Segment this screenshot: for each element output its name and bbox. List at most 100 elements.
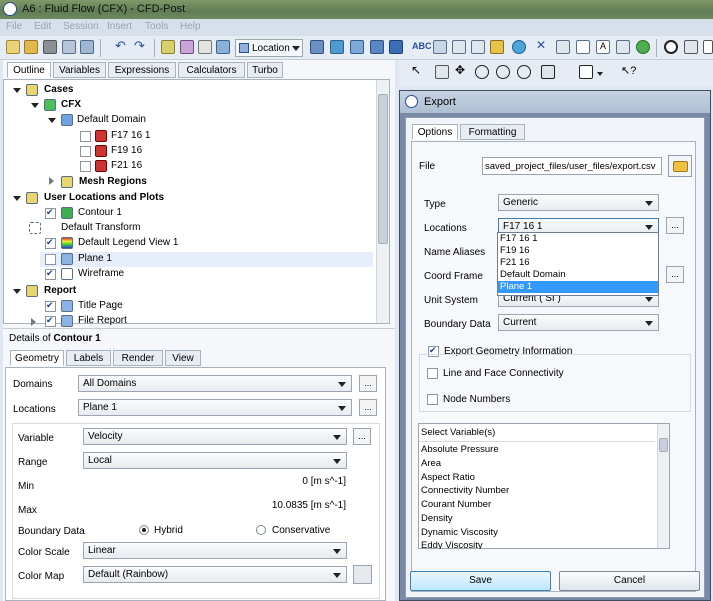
tab-geometry[interactable]: Geometry: [10, 350, 64, 366]
expand-icon[interactable]: [13, 88, 21, 93]
locations-select[interactable]: Plane 1: [78, 399, 352, 416]
variable-list-scrollbar[interactable]: [657, 424, 669, 548]
expand-icon[interactable]: [13, 289, 21, 294]
list-item[interactable]: Density: [421, 513, 453, 524]
tab-options[interactable]: Options: [412, 124, 458, 140]
help-cursor-icon[interactable]: ↖?: [621, 64, 636, 78]
variable-more-button[interactable]: ...: [353, 428, 371, 445]
tree-item-f21[interactable]: F21 16: [111, 160, 142, 175]
tree-item-contour1[interactable]: Contour 1: [78, 207, 122, 222]
color-map-select[interactable]: Default (Rainbow): [83, 566, 347, 583]
tree-item-wireframe[interactable]: Wireframe: [78, 268, 124, 283]
color-map-editor-icon[interactable]: [353, 565, 372, 584]
list-item[interactable]: Aspect Ratio: [421, 472, 475, 483]
domains-more-button[interactable]: ...: [359, 375, 377, 392]
option-f21[interactable]: F21 16: [498, 257, 658, 269]
save-button[interactable]: Save: [410, 571, 551, 591]
tab-formatting[interactable]: Formatting: [460, 124, 525, 140]
figure-icon[interactable]: [616, 40, 630, 54]
expand-icon[interactable]: [48, 118, 56, 123]
tree-scrollbar[interactable]: [376, 80, 389, 323]
collapse-icon[interactable]: [31, 318, 36, 326]
palette-icon[interactable]: [180, 40, 194, 54]
expand-icon[interactable]: [13, 196, 21, 201]
tree-item-title-page[interactable]: Title Page: [78, 300, 123, 315]
open-folder-icon[interactable]: [24, 40, 38, 54]
menu-tools[interactable]: Tools: [145, 21, 168, 32]
tab-variables[interactable]: Variables: [53, 62, 106, 78]
zoom-box-icon[interactable]: [496, 65, 510, 79]
file-path-input[interactable]: saved_project_files/user_files/export.cs…: [482, 157, 662, 175]
tree-item-cases[interactable]: Cases: [44, 84, 73, 99]
viewport-layout-icon[interactable]: [579, 65, 593, 79]
checkbox[interactable]: [45, 254, 56, 265]
tab-calculators[interactable]: Calculators: [178, 62, 245, 78]
quick-editor-icon[interactable]: [703, 40, 713, 54]
tree-item-report[interactable]: Report: [44, 285, 76, 300]
checkbox[interactable]: [45, 207, 56, 219]
comment-icon[interactable]: A: [596, 40, 610, 54]
list-item[interactable]: Courant Number: [421, 499, 491, 510]
coord-frame-more-button[interactable]: ...: [666, 266, 684, 283]
undo-icon[interactable]: ↶: [115, 38, 129, 53]
option-default-domain[interactable]: Default Domain: [498, 269, 658, 281]
variable-select[interactable]: Velocity: [83, 428, 347, 445]
tree-item-f19[interactable]: F19 16: [111, 145, 142, 160]
node-numbers-checkbox[interactable]: [427, 394, 438, 405]
highlight-icon[interactable]: [541, 65, 555, 79]
checkbox[interactable]: [45, 315, 56, 327]
line-face-checkbox[interactable]: [427, 368, 438, 379]
clipboard-icon[interactable]: [198, 40, 212, 54]
new-file-icon[interactable]: [6, 40, 20, 54]
pan-icon[interactable]: ✥: [455, 63, 469, 77]
chevron-down-icon[interactable]: [597, 72, 603, 76]
pointer-icon[interactable]: ↖: [411, 63, 425, 77]
menu-edit[interactable]: Edit: [34, 21, 51, 32]
menu-insert[interactable]: Insert: [107, 21, 132, 32]
tab-turbo[interactable]: Turbo: [247, 62, 283, 78]
list-item[interactable]: Eddy Viscosity: [421, 540, 483, 549]
image-icon[interactable]: [80, 40, 94, 54]
option-f17[interactable]: F17 16 1: [498, 233, 658, 245]
variable-icon[interactable]: ✕: [536, 38, 550, 52]
list-item[interactable]: Absolute Pressure: [421, 444, 499, 455]
color-scale-select[interactable]: Linear: [83, 542, 347, 559]
tab-labels[interactable]: Labels: [66, 350, 111, 366]
print-icon[interactable]: [62, 40, 76, 54]
coord-frame-icon[interactable]: [452, 40, 466, 54]
tree-item-mesh-regions[interactable]: Mesh Regions: [79, 176, 147, 191]
tab-expressions[interactable]: Expressions: [108, 62, 176, 78]
clock-icon[interactable]: [433, 40, 447, 54]
type-select[interactable]: Generic: [498, 194, 659, 211]
menu-help[interactable]: Help: [180, 21, 201, 32]
tree-item-default-transform[interactable]: Default Transform: [61, 222, 140, 237]
particle-track-icon[interactable]: [370, 40, 384, 54]
tree-item-cfx[interactable]: CFX: [61, 99, 81, 114]
checkbox[interactable]: [80, 161, 91, 172]
fit-view-icon[interactable]: [517, 65, 531, 79]
locations-more-button[interactable]: ...: [666, 217, 684, 234]
checkbox[interactable]: [45, 300, 56, 312]
domains-select[interactable]: All Domains: [78, 375, 352, 392]
list-item[interactable]: Area: [421, 458, 441, 469]
expand-icon[interactable]: [31, 103, 39, 108]
color-map-icon[interactable]: [512, 40, 526, 54]
list-item[interactable]: Connectivity Number: [421, 485, 509, 496]
tab-view[interactable]: View: [165, 350, 201, 366]
option-plane1[interactable]: Plane 1: [498, 281, 658, 293]
boundary-data-select[interactable]: Current: [498, 314, 659, 331]
checkbox[interactable]: [45, 268, 56, 280]
browse-folder-button[interactable]: [668, 155, 692, 177]
conservative-radio[interactable]: [256, 525, 266, 535]
tree-item-default-domain[interactable]: Default Domain: [77, 114, 146, 129]
tab-render[interactable]: Render: [113, 350, 163, 366]
cancel-button[interactable]: Cancel: [559, 571, 700, 591]
animation-icon[interactable]: [684, 40, 698, 54]
volume-render-icon[interactable]: [389, 40, 403, 54]
scrollbar-thumb[interactable]: [659, 438, 668, 452]
instance-transform-icon[interactable]: [490, 40, 504, 54]
chart-icon[interactable]: [556, 40, 570, 54]
vector-icon[interactable]: [310, 40, 324, 54]
redo-icon[interactable]: ↷: [134, 38, 148, 53]
locations-more-button[interactable]: ...: [359, 399, 377, 416]
